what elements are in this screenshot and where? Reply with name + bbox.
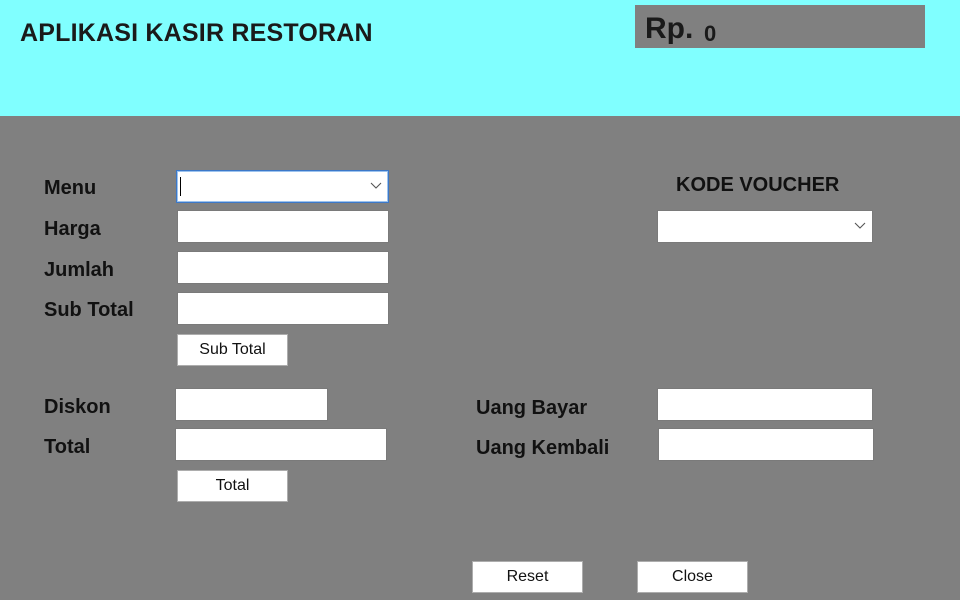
app-title: APLIKASI KASIR RESTORAN: [20, 19, 373, 47]
voucher-dropdown[interactable]: [657, 210, 873, 243]
harga-input[interactable]: [177, 210, 389, 243]
chevron-down-icon: [370, 182, 382, 189]
grand-total-value: 0: [704, 21, 717, 46]
diskon-label: Diskon: [44, 396, 111, 418]
uang-kembali-label: Uang Kembali: [476, 437, 610, 459]
currency-prefix: Rp.: [645, 12, 694, 45]
harga-label: Harga: [44, 218, 101, 240]
uang-bayar-input[interactable]: [657, 388, 873, 421]
uang-bayar-label: Uang Bayar: [476, 397, 588, 419]
menu-label: Menu: [44, 177, 97, 199]
total-button[interactable]: Total: [177, 470, 288, 502]
header-panel: APLIKASI KASIR RESTORAN Rp. 0: [0, 0, 960, 116]
total-label: Total: [44, 436, 91, 458]
text-caret: [180, 177, 181, 196]
sub-total-button[interactable]: Sub Total: [177, 334, 288, 366]
sub-total-input[interactable]: [177, 292, 389, 325]
uang-kembali-input[interactable]: [658, 428, 874, 461]
diskon-input[interactable]: [175, 388, 328, 421]
jumlah-label: Jumlah: [44, 259, 115, 281]
reset-button[interactable]: Reset: [472, 561, 583, 593]
total-input[interactable]: [175, 428, 387, 461]
menu-dropdown[interactable]: [176, 170, 389, 203]
close-button[interactable]: Close: [637, 561, 748, 593]
app-window: APLIKASI KASIR RESTORAN Rp. 0 Menu Harga…: [0, 0, 960, 600]
voucher-label: KODE VOUCHER: [676, 174, 840, 196]
chevron-down-icon: [854, 222, 866, 229]
sub-total-label: Sub Total: [44, 299, 134, 321]
grand-total-display: Rp. 0: [635, 5, 925, 48]
jumlah-input[interactable]: [177, 251, 389, 284]
